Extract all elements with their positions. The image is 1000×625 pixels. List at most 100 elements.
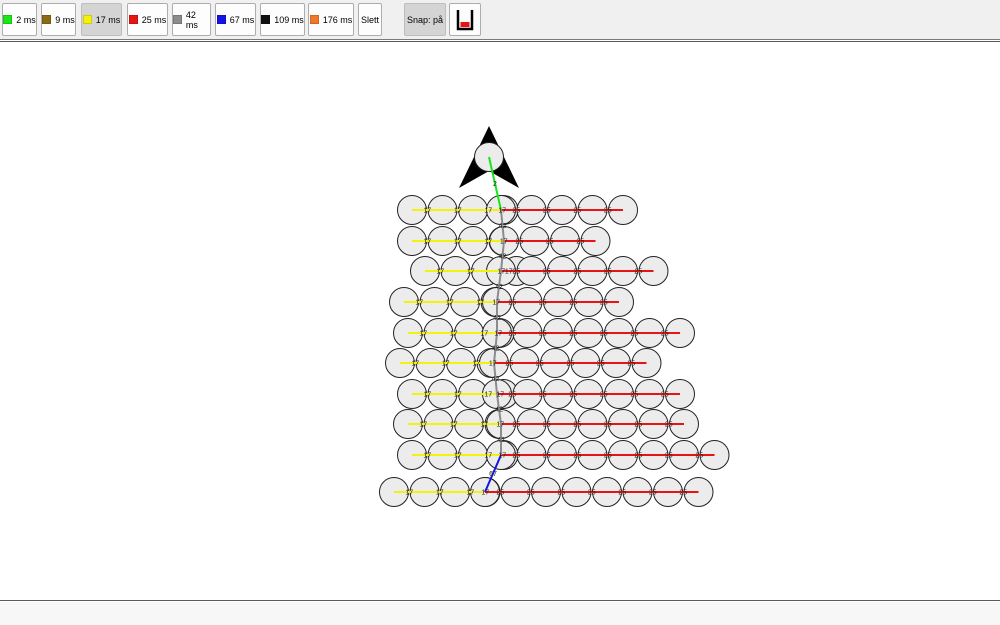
link-label: 17 — [496, 422, 504, 429]
link-label: 67 — [489, 471, 497, 478]
link-label: 17 — [489, 361, 497, 368]
button-label: 25 ms — [141, 14, 167, 25]
link-label: 25 — [627, 361, 635, 368]
button-label: 42 ms — [185, 9, 198, 30]
delete-button[interactable]: Slett — [358, 3, 382, 36]
link-label: 25 — [512, 208, 520, 215]
link-label: 17 — [450, 422, 458, 429]
link-label: 42 — [495, 407, 503, 414]
link-label: 17 — [480, 422, 488, 429]
link-label: 25 — [512, 422, 520, 429]
link-label: 25 — [508, 392, 516, 399]
link-label: 17 — [415, 300, 423, 307]
link-label: 17 — [405, 490, 413, 497]
link-label: 17 — [498, 208, 506, 215]
link-label: 25 — [508, 300, 516, 307]
link-label: 17 — [450, 331, 458, 338]
link-label: 25 — [505, 361, 513, 368]
link-label: 17 — [454, 453, 462, 460]
link-label: 17 — [476, 300, 484, 307]
color-swatch-gray — [173, 15, 182, 24]
snap-toggle-button[interactable]: Snap: på — [404, 3, 446, 36]
link-label: 25 — [512, 453, 520, 460]
color-swatch-black — [261, 15, 271, 24]
link-label: 17 — [500, 239, 508, 246]
link-label: 25 — [597, 361, 605, 368]
link-label: 25 — [573, 453, 581, 460]
link-label: 42 — [493, 315, 501, 322]
bucket-button[interactable] — [449, 3, 481, 36]
network-diagram: 17 17 17 17 25 25 25 25 17 17 17 17 25 25 25 17 17 17 17 25… — [379, 126, 730, 507]
snap-label: Snap: på — [406, 14, 444, 25]
link-label: 17 — [436, 269, 444, 276]
link-label: 25 — [630, 392, 638, 399]
link-label: 25 — [496, 490, 504, 497]
link-label: 17 — [484, 208, 492, 215]
link-label: 17 — [454, 208, 462, 215]
link-label: 17 — [454, 392, 462, 399]
speed-17ms-button[interactable]: 17 ms — [81, 3, 122, 36]
toolbar: 2 ms 9 ms 17 ms 25 ms 42 ms 67 ms 109 ms… — [0, 0, 1000, 40]
link-label: 25 — [573, 208, 581, 215]
link-label: 25 — [543, 453, 551, 460]
link-label: 25 — [543, 269, 551, 276]
link-label: 25 — [508, 331, 516, 338]
link-label: 25 — [539, 300, 547, 307]
link-label: 25 — [634, 269, 642, 276]
link-label: 17 — [442, 361, 450, 368]
link-label: 17 — [484, 239, 492, 246]
link-label: 17 — [436, 490, 444, 497]
link-label: 25 — [630, 331, 638, 338]
link-label: 25 — [512, 269, 520, 276]
color-swatch-orange — [309, 15, 319, 24]
link-label: 17 — [484, 453, 492, 460]
link-label: 25 — [665, 453, 673, 460]
speed-2ms-button[interactable]: 2 ms — [2, 3, 37, 36]
speed-176ms-button[interactable]: 176 ms — [308, 3, 354, 36]
speed-9ms-button[interactable]: 9 ms — [41, 3, 76, 36]
link-label: 25 — [557, 490, 565, 497]
link-label: 25 — [665, 422, 673, 429]
speed-109ms-button[interactable]: 109 ms — [260, 3, 305, 36]
speed-42ms-button[interactable]: 42 ms — [172, 3, 211, 36]
speed-67ms-button[interactable]: 67 ms — [215, 3, 256, 36]
link-label: 25 — [573, 422, 581, 429]
link-label: 25 — [546, 239, 554, 246]
link-label: 25 — [661, 392, 669, 399]
link-label: 17 — [454, 239, 462, 246]
link-label: 17 — [423, 208, 431, 215]
link-label: 25 — [634, 422, 642, 429]
button-label: 176 ms — [322, 14, 353, 25]
link-label: 25 — [569, 392, 577, 399]
link-label: 17 — [481, 490, 489, 497]
link-label: 42 — [497, 437, 505, 444]
delete-label: Slett — [360, 14, 379, 25]
link-label: 25 — [679, 490, 687, 497]
link-label: 25 — [588, 490, 596, 497]
link-label: 17 — [496, 392, 504, 399]
link-label: 25 — [600, 392, 608, 399]
link-label: 25 — [661, 331, 669, 338]
link-label: 17 — [467, 269, 475, 276]
color-swatch-yellow — [82, 15, 92, 24]
link-label: 42 — [492, 346, 500, 353]
link-label: 25 — [536, 361, 544, 368]
link-label: 17 — [492, 300, 500, 307]
link-label: 17 — [423, 453, 431, 460]
bucket-icon — [456, 9, 474, 30]
link-label: 25 — [566, 361, 574, 368]
link-label: 25 — [649, 490, 657, 497]
link-label: 25 — [604, 453, 612, 460]
link-label: 25 — [576, 239, 584, 246]
link-label: 17 — [423, 239, 431, 246]
button-label: 9 ms — [55, 14, 75, 25]
link-label: 17 — [411, 361, 419, 368]
link-label: 17 — [446, 300, 454, 307]
link-label: 42 — [495, 284, 503, 291]
drawing-canvas[interactable]: 17 17 17 17 25 25 25 25 17 17 17 17 25 25 25 17 17 17 17 25… — [0, 41, 1000, 601]
link-label: 17 — [484, 392, 492, 399]
speed-25ms-button[interactable]: 25 ms — [127, 3, 168, 36]
color-swatch-brown — [42, 15, 52, 24]
link-label: 25 — [604, 269, 612, 276]
link-label: 25 — [600, 331, 608, 338]
